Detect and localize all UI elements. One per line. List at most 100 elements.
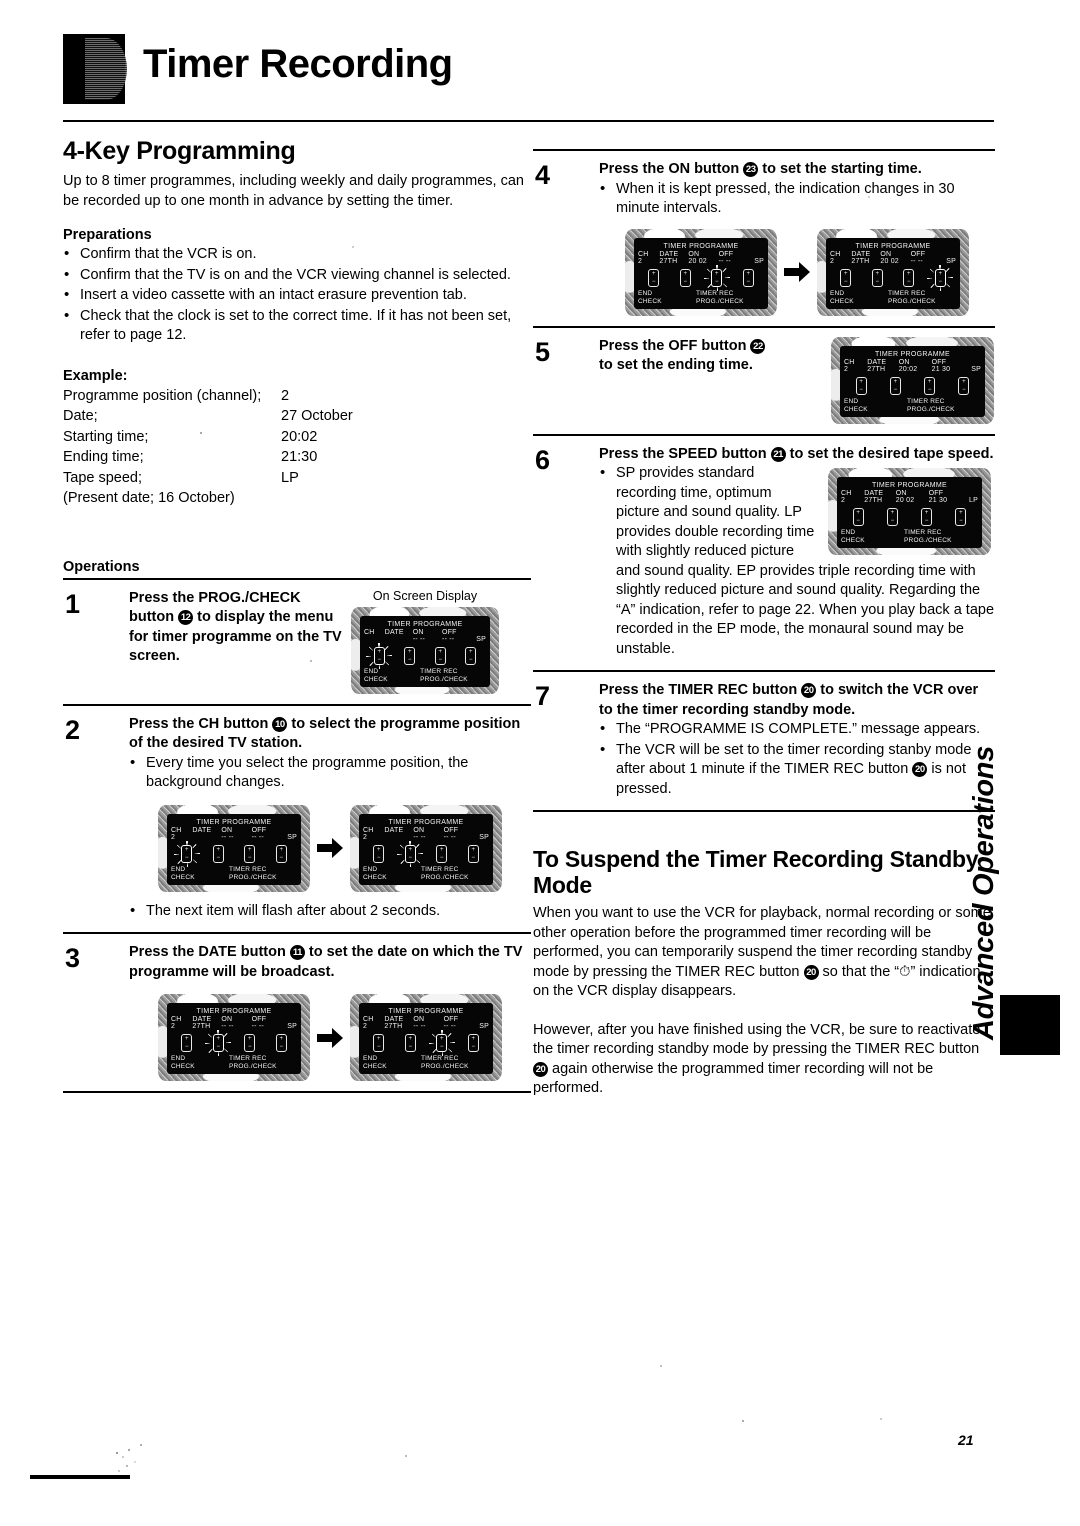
osd-key-plus-icon: + — [746, 271, 750, 277]
osd-key-0: + − — [373, 845, 384, 863]
step-number: 4 — [535, 160, 550, 191]
step-4-bullets: When it is kept pressed, the indication … — [599, 180, 995, 219]
osd-key-plus-icon: + — [440, 847, 444, 853]
list-item: Confirm that the TV is on and the VCR vi… — [63, 266, 531, 286]
osd-key-row: + − + − + − + − — [841, 508, 978, 526]
step-5: 5 Press the OFF button 22 to set the end… — [533, 328, 995, 434]
osd-key-minus-icon: − — [440, 855, 444, 861]
step-number: 1 — [65, 589, 80, 620]
osd-key-minus-icon: − — [894, 387, 898, 393]
osd-key-1: + − — [405, 845, 416, 863]
scan-speck — [660, 1365, 662, 1367]
osd-key-row: + − + − + − + − — [363, 845, 489, 863]
osd-key-plus-icon: + — [859, 379, 863, 385]
osd-col-ch: CH — [638, 251, 659, 258]
osd-val-speed: SP — [474, 636, 486, 643]
osd-key-plus-icon: + — [925, 510, 929, 516]
tv-screen-s1: TIMER PROGRAMME CH DATE ON OFF -- -- -- -- SP + −… — [351, 607, 499, 694]
osd-screen: TIMER PROGRAMME CH DATE ON OFF 2 27TH -- -- -- -… — [167, 1003, 301, 1074]
scan-speck — [200, 432, 202, 434]
tv-screen-s6: TIMER PROGRAMME CH DATE ON OFF 2 27TH 20 02 21 3… — [828, 468, 991, 555]
osd-footer: END CHECK TIMER REC PROG./CHECK — [364, 668, 486, 684]
osd-val-on: 20 02 — [896, 497, 929, 504]
osd-key-minus-icon: − — [746, 279, 750, 285]
osd-val-ch: 2 — [830, 258, 851, 265]
button-ref-10: 10 — [272, 717, 287, 732]
osd-title: TIMER PROGRAMME — [363, 1008, 489, 1015]
suspend-p2-a: However, after you have finished using t… — [533, 1022, 980, 1058]
osd-key-plus-icon: + — [962, 379, 966, 385]
step-1-instruction: Press the PROG./CHECK button 12 to displ… — [129, 589, 347, 667]
preparations-heading: Preparations — [63, 227, 531, 243]
osd-key-minus-icon: − — [248, 855, 252, 861]
osd-key-0: + − — [373, 1034, 384, 1052]
list-item: Check that the clock is set to the corre… — [63, 307, 531, 346]
osd-val-speed: SP — [751, 258, 764, 265]
osd-key-minus-icon: − — [875, 279, 879, 285]
example-value: 2 — [281, 386, 353, 407]
step-3: 3 Press the DATE button 11 to set the da… — [63, 934, 531, 1091]
osd-title: TIMER PROGRAMME — [363, 819, 489, 826]
arrow-right-icon — [310, 838, 350, 858]
osd-foot-timer-rec: TIMER REC PROG./CHECK — [420, 668, 486, 684]
osd-key-minus-icon: − — [844, 279, 848, 285]
table-row: Programme position (channel); 2 — [63, 386, 353, 407]
step-7-text-a: Press the TIMER REC button — [599, 682, 801, 698]
osd-val-off: -- -- — [444, 834, 477, 841]
suspend-p2-b: again otherwise the programmed timer rec… — [533, 1061, 933, 1097]
osd-val-ch — [364, 636, 385, 643]
step-number: 6 — [535, 445, 550, 476]
osd-val-date: 27TH — [384, 1023, 413, 1030]
osd-key-minus-icon: − — [652, 279, 656, 285]
osd-col-spacer — [943, 251, 956, 258]
osd-val-off: -- -- — [442, 636, 474, 643]
osd-screen: TIMER PROGRAMME CH DATE ON OFF -- -- -- -- SP + −… — [360, 616, 490, 687]
osd-key-row: + − + − + − + − — [171, 845, 297, 863]
scan-speck — [116, 1452, 118, 1454]
osd-values: 2 27TH 20 02 -- -- SP — [638, 258, 764, 265]
osd-key-row: + − + − + − + − — [363, 1034, 489, 1052]
osd-key-minus-icon: − — [928, 387, 932, 393]
osd-val-date: 27TH — [867, 366, 899, 373]
osd-foot-timer-rec: TIMER REC PROG./CHECK — [229, 1055, 297, 1071]
osd-col-off: OFF — [929, 490, 965, 497]
osd-foot-timer-rec: TIMER REC PROG./CHECK — [421, 866, 489, 882]
scan-speck — [118, 1470, 120, 1472]
osd-title: TIMER PROGRAMME — [171, 1008, 297, 1015]
osd-key-minus-icon: − — [683, 279, 687, 285]
osd-key-minus-icon: − — [469, 657, 473, 663]
list-item: Every time you select the programme posi… — [129, 754, 531, 793]
scan-speck — [880, 1418, 882, 1420]
osd-val-off: 21 30 — [929, 497, 965, 504]
osd-val-off: -- -- — [719, 258, 752, 265]
step-4: 4 Press the ON button 23 to set the star… — [533, 151, 995, 326]
osd-footer: END CHECK TIMER REC PROG./CHECK — [841, 529, 978, 545]
osd-key-3: + − — [958, 377, 969, 395]
osd-col-date: DATE — [659, 251, 688, 258]
osd-val-on: 20 02 — [688, 258, 718, 265]
list-item: The next item will flash after about 2 s… — [129, 902, 531, 922]
osd-key-0: + − — [374, 647, 385, 665]
osd-key-row: + − + − + − + − — [844, 377, 981, 395]
osd-key-plus-icon: + — [875, 271, 879, 277]
step-1: 1 Press the PROG./CHECK button 12 to dis… — [63, 580, 531, 704]
osd-key-minus-icon: − — [962, 387, 966, 393]
osd-screen: TIMER PROGRAMME CH DATE ON OFF 2 -- -- -- -- SP +… — [167, 814, 301, 885]
osd-key-minus-icon: − — [408, 855, 412, 861]
osd-col-ch: CH — [364, 629, 385, 636]
osd-val-ch: 2 — [841, 497, 864, 504]
osd-val-date — [385, 636, 413, 643]
example-label: Tape speed; — [63, 468, 281, 489]
osd-val-speed: SP — [476, 1023, 489, 1030]
osd-key-3: + − — [276, 845, 287, 863]
osd-key-minus-icon: − — [907, 279, 911, 285]
osd-key-minus-icon: − — [408, 1044, 412, 1050]
osd-col-off: OFF — [444, 1016, 477, 1023]
sidebar-label: Advanced Operations — [968, 740, 1008, 1040]
osd-column-headers: CH DATE ON OFF — [363, 1016, 489, 1023]
example-value: LP — [281, 468, 353, 489]
step-number: 2 — [65, 715, 80, 746]
osd-key-1: + − — [404, 647, 415, 665]
table-row: Starting time; 20:02 — [63, 427, 353, 448]
osd-col-ch: CH — [830, 251, 851, 258]
